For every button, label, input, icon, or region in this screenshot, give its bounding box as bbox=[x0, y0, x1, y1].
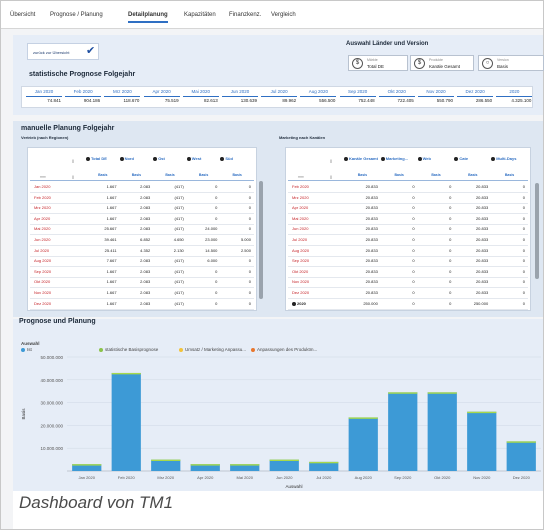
y-tick-label: 50.000.000 bbox=[40, 355, 63, 360]
chart-bar bbox=[151, 459, 181, 471]
chart-bar-top bbox=[427, 392, 457, 394]
chart-bar bbox=[111, 372, 141, 471]
x-tick-label: Nov 2020 bbox=[473, 475, 491, 480]
chart-legend-item[interactable]: Ist bbox=[21, 347, 32, 352]
x-tick-label: Mai 2020 bbox=[237, 475, 254, 480]
chart-bar-top bbox=[467, 411, 497, 414]
chart-bar-top bbox=[388, 392, 418, 394]
forecast-bar-chart: 50.000.000 40.000.000 30.000.000 20.000.000… bbox=[21, 355, 541, 489]
chart-bar-top bbox=[506, 441, 536, 443]
chart-legend-item[interactable]: Umsatz / Marketing Anpassu... bbox=[179, 347, 246, 352]
chart-bar-top bbox=[151, 459, 181, 461]
x-tick-label: Jun 2020 bbox=[276, 475, 293, 480]
dashboard-frame: Übersicht Prognose / Planung Detailplanu… bbox=[0, 0, 544, 530]
chart-bar-top bbox=[230, 464, 260, 466]
chart-bar-top bbox=[72, 464, 102, 466]
chart-legend-item[interactable]: statistische Basisprognose bbox=[99, 347, 158, 352]
dashboard-caption: Dashboard von TM1 bbox=[13, 491, 543, 529]
x-tick-label: Apr 2020 bbox=[197, 475, 214, 480]
chart-bar bbox=[348, 417, 378, 471]
x-tick-label: Dez 2020 bbox=[513, 475, 531, 480]
x-tick-label: Mrz 2020 bbox=[157, 475, 174, 480]
x-tick-label: Jan 2020 bbox=[79, 475, 96, 480]
legend-marker-icon bbox=[251, 347, 255, 352]
y-tick-label: 40.000.000 bbox=[40, 378, 63, 383]
x-tick-label: Feb 2020 bbox=[118, 475, 136, 480]
chart-bar-top bbox=[111, 372, 141, 375]
legend-label: statistische Basisprognose bbox=[105, 347, 159, 352]
y-tick-label: 20.000.000 bbox=[40, 423, 63, 428]
chart-bar-top bbox=[309, 461, 339, 464]
chart-bar-top bbox=[269, 459, 299, 461]
y-axis-label: Basis bbox=[21, 408, 26, 420]
x-tick-label: Jul 2020 bbox=[316, 475, 332, 480]
chart-bar-top bbox=[348, 417, 378, 419]
legend-marker-icon bbox=[99, 347, 103, 352]
x-tick-label: Sep 2020 bbox=[394, 475, 412, 480]
legend-label: Ist bbox=[27, 347, 32, 352]
chart-legend-title: Auswahl bbox=[21, 341, 40, 346]
x-tick-label: Aug 2020 bbox=[355, 475, 373, 480]
legend-label: Anpassungen des Produktm... bbox=[257, 347, 318, 352]
x-tick-label: Okt 2020 bbox=[434, 475, 451, 480]
chart-bar bbox=[506, 441, 536, 471]
x-axis-label: Auswahl bbox=[285, 484, 302, 489]
chart-bar bbox=[467, 411, 497, 471]
chart-bar-top bbox=[190, 464, 220, 466]
chart-bar bbox=[388, 392, 418, 471]
y-tick-label: 30.000.000 bbox=[40, 401, 63, 406]
legend-marker-icon bbox=[179, 347, 183, 352]
legend-marker-icon bbox=[21, 347, 25, 352]
chart-bar bbox=[427, 392, 457, 471]
y-tick-label: 10.000.000 bbox=[40, 446, 63, 451]
legend-label: Umsatz / Marketing Anpassu... bbox=[185, 347, 247, 352]
chart-legend-item[interactable]: Anpassungen des Produktm... bbox=[251, 347, 317, 352]
chart-bar bbox=[269, 459, 299, 471]
